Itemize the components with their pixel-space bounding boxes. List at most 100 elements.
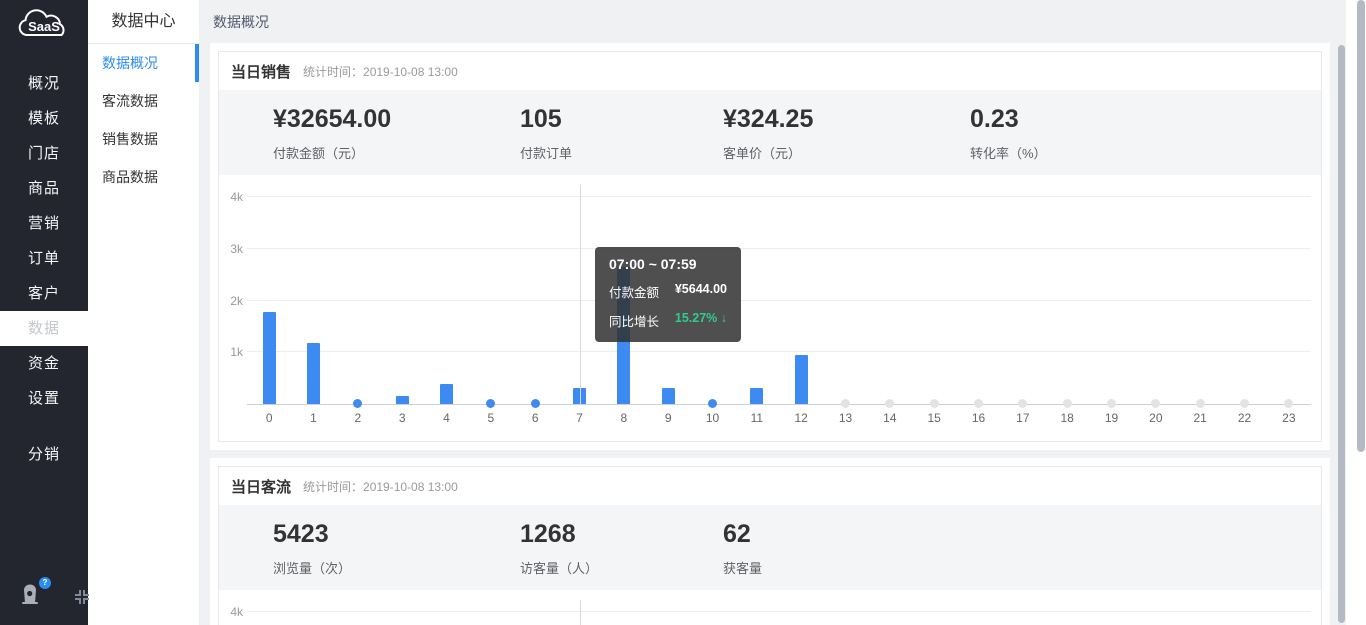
secondary-item-label: 商品数据	[102, 169, 158, 185]
secondary-nav: 数据概况客流数据销售数据商品数据	[88, 44, 199, 196]
tooltip-row: 同比增长15.27% ↓	[609, 311, 727, 330]
x-axis-label: 14	[875, 411, 905, 425]
chart-tooltip: 07:00 ~ 07:59 付款金额¥5644.00 同比增长15.27% ↓	[595, 247, 741, 342]
crosshair-line	[580, 600, 581, 625]
stat-label: 访客量（人）	[520, 558, 723, 577]
chart-当日销售[interactable]: 1k2k3k4k01234567891011121314151617181920…	[219, 175, 1321, 441]
data-dot-hour-14[interactable]	[885, 399, 894, 408]
x-axis-label: 0	[254, 411, 284, 425]
stat-value: ¥32654.00	[273, 105, 520, 134]
card-当日客流: 当日客流统计时间：2019-10-08 13:005423浏览量（次）1268访…	[210, 458, 1330, 625]
tooltip-label: 同比增长	[609, 311, 659, 330]
secondary-sidebar: 数据中心 数据概况客流数据销售数据商品数据	[88, 0, 200, 625]
stat-label: 客单价（元）	[723, 143, 970, 162]
chart-plot: 1k2k3k4k01234567891011121314151617181920…	[247, 612, 1311, 625]
sidebar-item-客户[interactable]: 客户	[0, 276, 88, 311]
data-dot-hour-5[interactable]	[486, 399, 495, 408]
data-dot-hour-18[interactable]	[1063, 399, 1072, 408]
x-axis-label: 20	[1141, 411, 1171, 425]
data-dot-hour-19[interactable]	[1107, 399, 1116, 408]
data-dot-hour-22[interactable]	[1240, 399, 1249, 408]
stat-col-1: 5423浏览量（次）	[273, 520, 520, 577]
data-dot-hour-23[interactable]	[1284, 399, 1293, 408]
notification-bot-icon[interactable]: ?	[18, 583, 44, 609]
x-axis-label: 15	[919, 411, 949, 425]
tooltip-label: 付款金额	[609, 282, 659, 301]
tooltip-title: 07:00 ~ 07:59	[609, 256, 727, 272]
data-dot-hour-13[interactable]	[841, 399, 850, 408]
sidebar-item-设置[interactable]: 设置	[0, 381, 88, 416]
help-badge: ?	[39, 577, 51, 589]
sidebar-item-分销[interactable]: 分销	[0, 437, 88, 472]
tooltip-row: 付款金额¥5644.00	[609, 282, 727, 301]
stat-value: 0.23	[970, 105, 1321, 134]
secondary-item-销售数据[interactable]: 销售数据	[88, 120, 199, 158]
scrollbar-rail	[1346, 0, 1366, 625]
secondary-nav-title: 数据中心	[88, 0, 199, 44]
secondary-item-客流数据[interactable]: 客流数据	[88, 82, 199, 120]
stat-label: 付款金额（元）	[273, 143, 520, 162]
bar-hour-9[interactable]	[662, 388, 675, 404]
sidebar-item-数据[interactable]: 数据	[0, 311, 88, 346]
x-axis-label: 3	[387, 411, 417, 425]
data-dot-hour-6[interactable]	[531, 399, 540, 408]
sidebar-item-营销[interactable]: 营销	[0, 206, 88, 241]
sidebar-item-门店[interactable]: 门店	[0, 136, 88, 171]
inner-scrollbar-thumb[interactable]	[1338, 45, 1345, 623]
primary-sidebar: SaaS 概况模板门店商品营销订单客户数据资金设置分销 ?	[0, 0, 88, 625]
x-axis-label: 12	[786, 411, 816, 425]
data-dot-hour-15[interactable]	[930, 399, 939, 408]
x-axis-label: 19	[1097, 411, 1127, 425]
gridline-3k: 3k	[247, 248, 1311, 249]
stat-value: 5423	[273, 520, 520, 549]
chart-当日客流[interactable]: 1k2k3k4k01234567891011121314151617181920…	[219, 590, 1321, 625]
stat-value: 62	[723, 520, 970, 549]
stat-col-4: 0.23转化率（%）	[970, 105, 1321, 162]
sidebar-item-商品[interactable]: 商品	[0, 171, 88, 206]
data-dot-hour-20[interactable]	[1151, 399, 1160, 408]
gridline-4k: 4k	[247, 196, 1311, 197]
x-axis-label: 16	[964, 411, 994, 425]
sidebar-item-概况[interactable]: 概况	[0, 66, 88, 101]
data-dot-hour-21[interactable]	[1196, 399, 1205, 408]
secondary-item-数据概况[interactable]: 数据概况	[88, 44, 199, 82]
stat-col-3: 62获客量	[723, 520, 970, 577]
stat-col-4	[970, 520, 1321, 577]
bar-hour-3[interactable]	[396, 396, 409, 404]
y-axis-label: 4k	[221, 605, 243, 619]
data-dot-hour-16[interactable]	[974, 399, 983, 408]
stat-value: ¥324.25	[723, 105, 970, 134]
primary-nav: 概况模板门店商品营销订单客户数据资金设置分销	[0, 66, 88, 472]
selected-indicator	[195, 44, 199, 82]
collapse-icon[interactable]	[72, 587, 92, 607]
stats-row: ¥32654.00付款金额（元）105付款订单¥324.25客单价（元）0.23…	[219, 90, 1321, 175]
card-title: 当日客流	[231, 476, 291, 497]
x-axis-label: 13	[831, 411, 861, 425]
stat-col-3: ¥324.25 客单价（元）	[723, 105, 970, 162]
bar-hour-12[interactable]	[795, 355, 808, 404]
saas-logo[interactable]: SaaS	[0, 0, 88, 54]
sidebar-item-订单[interactable]: 订单	[0, 241, 88, 276]
bar-hour-1[interactable]	[307, 343, 320, 404]
crosshair-line	[580, 185, 581, 404]
data-dot-hour-2[interactable]	[353, 399, 362, 408]
x-axis-label: 10	[698, 411, 728, 425]
bar-hour-11[interactable]	[750, 388, 763, 404]
card-header: 当日客流统计时间：2019-10-08 13:00	[219, 467, 1321, 505]
bar-hour-4[interactable]	[440, 384, 453, 404]
outer-scrollbar-thumb[interactable]	[1357, 0, 1365, 452]
secondary-item-商品数据[interactable]: 商品数据	[88, 158, 199, 196]
stat-time: 统计时间：2019-10-08 13:00	[303, 63, 458, 80]
secondary-item-label: 销售数据	[102, 131, 158, 147]
sidebar-item-模板[interactable]: 模板	[0, 101, 88, 136]
gridline-4k: 4k	[247, 611, 1311, 612]
x-axis-label: 7	[565, 411, 595, 425]
data-dot-hour-10[interactable]	[708, 399, 717, 408]
bar-hour-0[interactable]	[263, 312, 276, 404]
x-axis-label: 22	[1230, 411, 1260, 425]
logo-text: SaaS	[28, 19, 60, 34]
stat-label: 付款订单	[520, 143, 723, 162]
data-dot-hour-17[interactable]	[1018, 399, 1027, 408]
gridline-1k: 1k	[247, 351, 1311, 352]
sidebar-item-资金[interactable]: 资金	[0, 346, 88, 381]
